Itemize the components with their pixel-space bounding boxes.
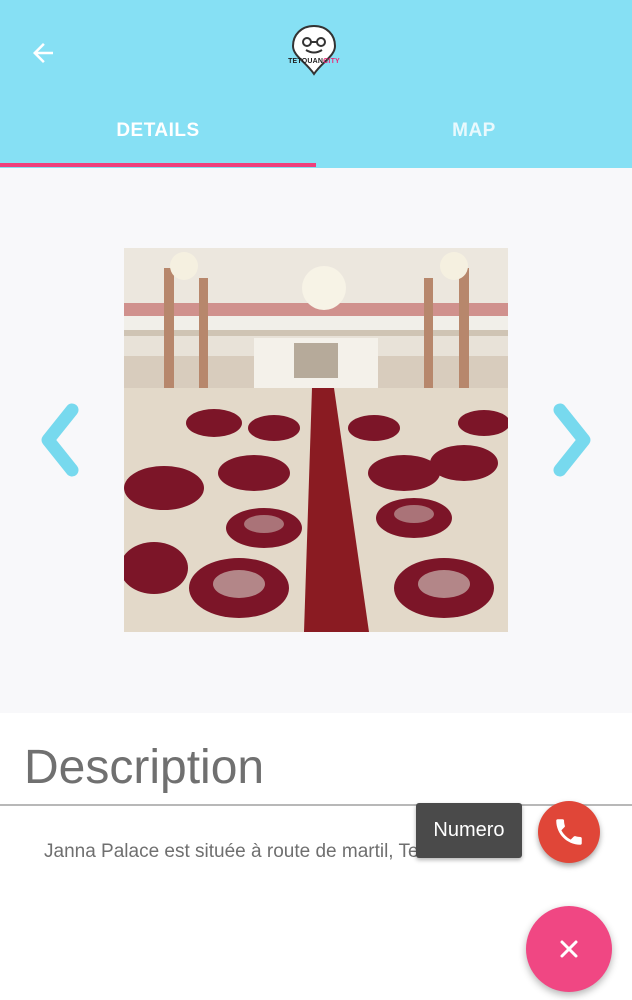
close-fab-button[interactable]	[526, 906, 612, 992]
image-gallery	[0, 168, 632, 713]
divider	[0, 804, 632, 806]
tab-bar: DETAILS MAP	[0, 100, 632, 168]
tab-indicator	[0, 163, 316, 167]
call-button[interactable]	[538, 801, 600, 863]
logo-brand: TETOUAN	[288, 58, 324, 65]
logo-brand-accent: CITY	[323, 58, 340, 65]
logo-pin-icon	[291, 24, 337, 76]
gallery-next-button[interactable]	[548, 400, 598, 480]
description-heading: Description	[24, 741, 265, 794]
phone-icon	[556, 819, 582, 845]
tab-details[interactable]: DETAILS	[0, 100, 316, 162]
chevron-right-icon	[553, 403, 591, 477]
app-bar: TETOUANCITY DETAILS MAP	[0, 0, 632, 168]
back-button[interactable]	[22, 32, 64, 74]
gallery-prev-button[interactable]	[34, 400, 84, 480]
close-icon	[560, 940, 578, 958]
call-tooltip: Numero	[416, 803, 522, 858]
venue-photo	[124, 248, 508, 632]
tab-map[interactable]: MAP	[316, 100, 632, 162]
app-logo: TETOUANCITY	[288, 22, 340, 78]
arrow-left-icon	[33, 43, 53, 63]
logo-text: TETOUANCITY	[288, 58, 340, 65]
chevron-left-icon	[41, 403, 79, 477]
